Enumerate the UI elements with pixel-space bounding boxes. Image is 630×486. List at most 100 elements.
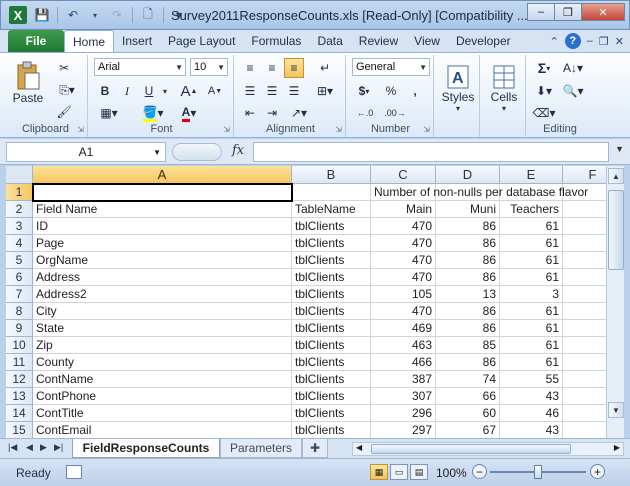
cell[interactable]: tblClients: [292, 320, 371, 337]
cell[interactable]: Address: [33, 269, 292, 286]
formula-bar-divider-handle[interactable]: [172, 143, 222, 161]
cell[interactable]: tblClients: [292, 235, 371, 252]
prev-sheet-icon[interactable]: ◀: [26, 442, 33, 453]
cell[interactable]: ContPhone: [33, 388, 292, 405]
minimize-ribbon-icon[interactable]: ⌃: [550, 35, 559, 48]
increase-indent-icon[interactable]: ⇥: [262, 104, 282, 122]
tab-review[interactable]: Review: [351, 30, 406, 52]
cell[interactable]: 43: [500, 422, 563, 438]
copy-icon[interactable]: ⎘▾: [54, 81, 80, 99]
cell[interactable]: 61: [500, 354, 563, 371]
cell[interactable]: 86: [436, 269, 500, 286]
cell[interactable]: tblClients: [292, 303, 371, 320]
vertical-scroll-thumb[interactable]: [608, 190, 624, 270]
sheet-tab-parameters[interactable]: Parameters: [220, 439, 302, 458]
cell[interactable]: ContTitle: [33, 405, 292, 422]
workbook-restore-icon[interactable]: ❐: [599, 35, 609, 48]
cell[interactable]: [563, 201, 606, 218]
name-box[interactable]: A1 ▼: [6, 142, 166, 162]
workbook-minimize-icon[interactable]: –: [587, 35, 593, 47]
tab-insert[interactable]: Insert: [114, 30, 160, 52]
wrap-text-icon[interactable]: ↵: [312, 58, 338, 78]
cell[interactable]: 61: [500, 337, 563, 354]
tab-data[interactable]: Data: [309, 30, 350, 52]
cell[interactable]: [563, 371, 606, 388]
cell[interactable]: 61: [500, 218, 563, 235]
decrease-indent-icon[interactable]: ⇤: [240, 104, 260, 122]
cell[interactable]: 470: [371, 252, 436, 269]
minimize-button[interactable]: –: [527, 3, 555, 21]
cell[interactable]: 3: [500, 286, 563, 303]
cell[interactable]: State: [33, 320, 292, 337]
scroll-right-icon[interactable]: ▶: [614, 443, 620, 452]
cell[interactable]: 66: [436, 388, 500, 405]
cell[interactable]: [563, 286, 606, 303]
cell[interactable]: tblClients: [292, 422, 371, 438]
redo-icon[interactable]: ↷: [108, 6, 126, 24]
tab-page-layout[interactable]: Page Layout: [160, 30, 243, 52]
cells-button[interactable]: Cells ▾: [486, 59, 522, 117]
cell[interactable]: 307: [371, 388, 436, 405]
tab-view[interactable]: View: [406, 30, 448, 52]
cell[interactable]: 61: [500, 303, 563, 320]
bold-button[interactable]: B: [96, 82, 114, 100]
horizontal-scroll-thumb[interactable]: [371, 444, 571, 454]
cell[interactable]: tblClients: [292, 405, 371, 422]
cell[interactable]: 296: [371, 405, 436, 422]
cell[interactable]: [292, 184, 371, 201]
fill-icon[interactable]: ⬇▾: [532, 81, 556, 101]
align-center-icon[interactable]: ☰: [262, 81, 282, 101]
cell[interactable]: 46: [500, 405, 563, 422]
row-header[interactable]: 10: [6, 337, 33, 354]
save-icon[interactable]: 💾: [33, 6, 51, 24]
cell[interactable]: ContName: [33, 371, 292, 388]
column-header-e[interactable]: E: [500, 166, 563, 184]
font-size-combo[interactable]: 10 ▼: [190, 58, 228, 76]
cell[interactable]: 55: [500, 371, 563, 388]
find-select-icon[interactable]: 🔍▾: [560, 81, 586, 101]
cell[interactable]: Zip: [33, 337, 292, 354]
font-name-combo[interactable]: Arial ▼: [94, 58, 186, 76]
percent-button[interactable]: %: [382, 82, 400, 100]
cell[interactable]: [563, 269, 606, 286]
cell[interactable]: tblClients: [292, 286, 371, 303]
cell[interactable]: Main: [371, 201, 436, 218]
close-button[interactable]: ✕: [581, 3, 625, 21]
cell[interactable]: 61: [500, 320, 563, 337]
select-all-corner[interactable]: [6, 166, 33, 184]
italic-button[interactable]: I: [118, 82, 136, 100]
row-header[interactable]: 7: [6, 286, 33, 303]
expand-formula-bar-icon[interactable]: ▼: [615, 144, 624, 154]
cell[interactable]: [563, 320, 606, 337]
excel-app-icon[interactable]: X: [9, 6, 27, 24]
cell[interactable]: tblClients: [292, 371, 371, 388]
cell[interactable]: [563, 354, 606, 371]
restore-button[interactable]: ❐: [554, 3, 582, 21]
row-header[interactable]: 12: [6, 371, 33, 388]
next-sheet-icon[interactable]: ▶: [40, 442, 47, 453]
cell[interactable]: 470: [371, 269, 436, 286]
cell[interactable]: 86: [436, 252, 500, 269]
worksheet-grid[interactable]: A B C D E F 1 2 Field Name TableName Main Muni Teach…: [6, 166, 606, 438]
cell[interactable]: 387: [371, 371, 436, 388]
cell[interactable]: tblClients: [292, 354, 371, 371]
first-sheet-icon[interactable]: |◀: [8, 442, 17, 453]
row-header[interactable]: 15: [6, 422, 33, 438]
number-launcher-icon[interactable]: ⇲: [423, 125, 430, 134]
align-middle-icon[interactable]: ≡: [262, 58, 282, 78]
page-break-view-icon[interactable]: ▤: [410, 464, 428, 480]
cell[interactable]: [563, 337, 606, 354]
tab-file[interactable]: File: [8, 30, 64, 52]
cell[interactable]: [563, 405, 606, 422]
row-header[interactable]: 13: [6, 388, 33, 405]
column-header-f[interactable]: F: [563, 166, 606, 184]
zoom-out-button[interactable]: −: [472, 464, 487, 479]
alignment-launcher-icon[interactable]: ⇲: [335, 125, 342, 134]
cell[interactable]: 86: [436, 235, 500, 252]
comma-button[interactable]: ,: [406, 82, 424, 100]
tab-formulas[interactable]: Formulas: [243, 30, 309, 52]
cell[interactable]: Address2: [33, 286, 292, 303]
row-header[interactable]: 6: [6, 269, 33, 286]
underline-dropdown-icon[interactable]: ▾: [160, 82, 170, 100]
cell[interactable]: Muni: [436, 201, 500, 218]
